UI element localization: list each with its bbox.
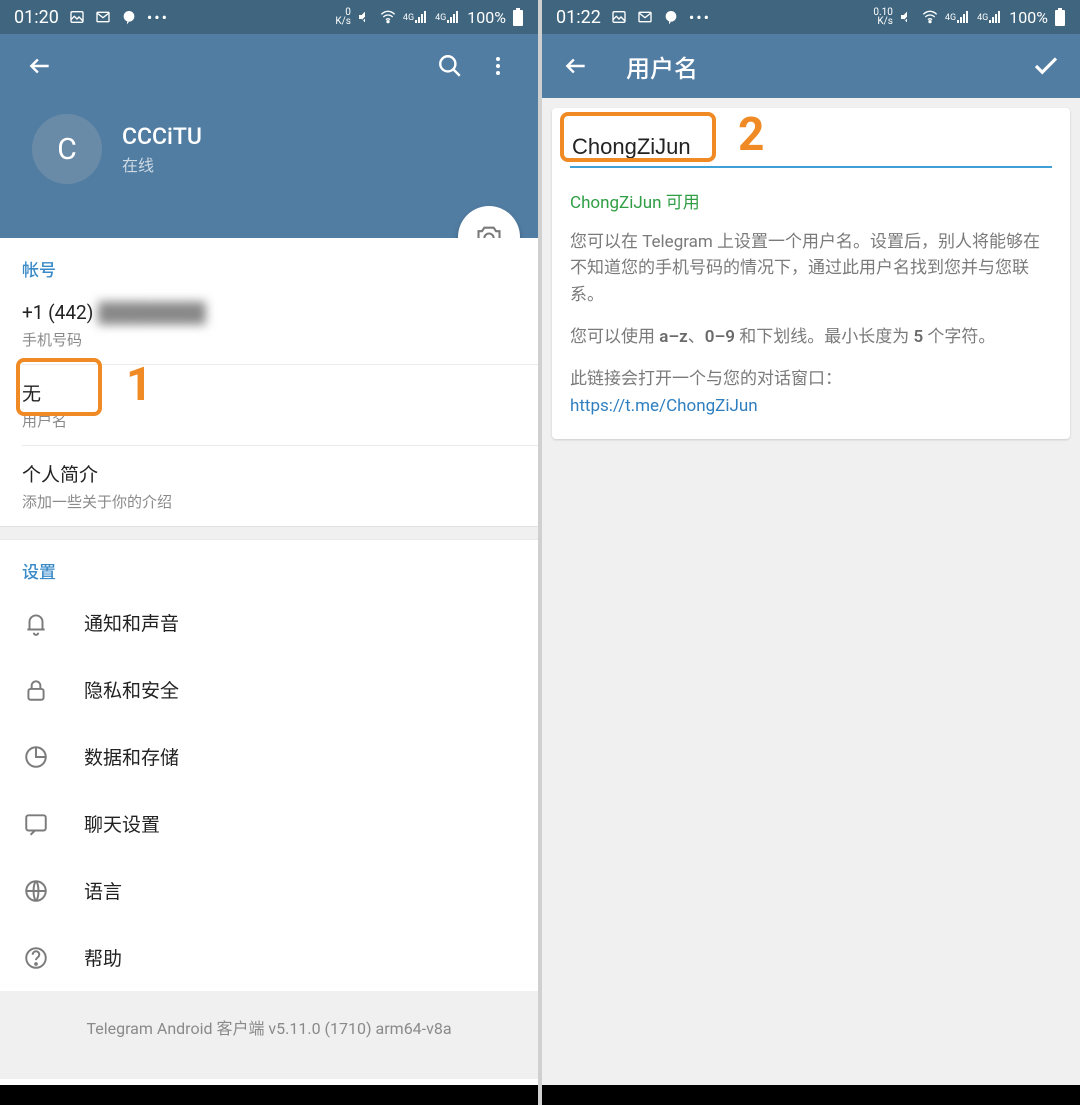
phone-blurred: ████████ xyxy=(98,301,206,325)
menu-button[interactable] xyxy=(474,42,522,90)
phone-prefix: +1 (442) xyxy=(22,301,93,324)
profile-header: C CCCiTU 在线 xyxy=(0,34,538,238)
page-title: 用户名 xyxy=(626,49,698,84)
hangouts-icon xyxy=(663,9,679,25)
bio-value: 个人简介 xyxy=(22,460,516,487)
status-time: 01:20 xyxy=(14,7,59,28)
signal-4g-icon-2: 4G xyxy=(435,11,461,23)
profile-name: CCCiTU xyxy=(122,123,202,150)
section-account-header: 帐号 xyxy=(0,238,538,287)
battery-icon xyxy=(1054,8,1066,26)
section-gap xyxy=(0,526,538,540)
mail-icon xyxy=(637,9,653,25)
status-bar: 01:22 ••• 0.10 K/s 4G xyxy=(542,0,1080,34)
username-header: 用户名 xyxy=(542,34,1080,98)
version-footer: Telegram Android 客户端 v5.11.0 (1710) arm6… xyxy=(0,991,538,1079)
avatar[interactable]: C xyxy=(32,114,102,184)
description-3: 此链接会打开一个与您的对话窗口： https://t.me/ChongZiJun xyxy=(570,366,1052,419)
profile-status: 在线 xyxy=(122,152,202,176)
confirm-button[interactable] xyxy=(1022,42,1070,90)
android-navbar xyxy=(0,1085,538,1105)
username-row[interactable]: 无 用户名 xyxy=(0,365,538,445)
more-dots-icon: ••• xyxy=(689,8,711,27)
search-button[interactable] xyxy=(426,42,474,90)
network-speed: 0 K/s xyxy=(335,8,351,26)
setting-privacy[interactable]: 隐私和安全 xyxy=(0,656,538,723)
setting-notifications[interactable]: 通知和声音 xyxy=(0,589,538,656)
username-input[interactable] xyxy=(570,128,1052,168)
battery-icon xyxy=(512,8,524,26)
bio-row[interactable]: 个人简介 添加一些关于你的介绍 xyxy=(0,446,538,526)
profile-link[interactable]: https://t.me/ChongZiJun xyxy=(570,396,758,416)
chat-icon xyxy=(22,811,50,837)
username-content: ChongZiJun 可用 您可以在 Telegram 上设置一个用户名。设置后… xyxy=(542,98,1080,1085)
network-speed: 0.10 K/s xyxy=(873,8,893,26)
phone-left-settings: 01:20 ••• 0 K/s 4G xyxy=(0,0,538,1105)
status-bar: 01:20 ••• 0 K/s 4G xyxy=(0,0,538,34)
wifi-icon xyxy=(921,9,939,25)
back-button[interactable] xyxy=(552,42,600,90)
status-time: 01:22 xyxy=(556,7,601,28)
bell-icon xyxy=(22,610,50,636)
bio-label: 添加一些关于你的介绍 xyxy=(22,491,516,512)
help-icon xyxy=(22,945,50,971)
availability-text: ChongZiJun 可用 xyxy=(570,188,1052,213)
image-icon xyxy=(69,9,85,25)
username-card: ChongZiJun 可用 您可以在 Telegram 上设置一个用户名。设置后… xyxy=(552,108,1070,439)
setting-help[interactable]: 帮助 xyxy=(0,924,538,991)
setting-chat[interactable]: 聊天设置 xyxy=(0,790,538,857)
image-icon xyxy=(611,9,627,25)
hangouts-icon xyxy=(121,9,137,25)
more-dots-icon: ••• xyxy=(147,8,169,27)
phone-right-username: 01:22 ••• 0.10 K/s 4G xyxy=(542,0,1080,1105)
section-settings-header: 设置 xyxy=(0,540,538,589)
username-label: 用户名 xyxy=(22,410,516,431)
username-value: 无 xyxy=(22,379,516,406)
battery-percent: 100% xyxy=(467,8,506,27)
mail-icon xyxy=(95,9,111,25)
battery-percent: 100% xyxy=(1009,8,1048,27)
setting-data[interactable]: 数据和存储 xyxy=(0,723,538,790)
description-2: 您可以使用 a–z、0–9 和下划线。最小长度为 5 个字符。 xyxy=(570,324,1052,350)
signal-4g-icon-1: 4G xyxy=(403,11,429,23)
description-1: 您可以在 Telegram 上设置一个用户名。设置后，别人将能够在不知道您的手机… xyxy=(570,229,1052,308)
mute-icon xyxy=(899,9,915,25)
setting-language[interactable]: 语言 xyxy=(0,857,538,924)
signal-4g-icon-1: 4G xyxy=(945,11,971,23)
phone-row[interactable]: +1 (442) ████████ 手机号码 xyxy=(0,287,538,364)
android-navbar xyxy=(542,1085,1080,1105)
mute-icon xyxy=(357,9,373,25)
settings-content: 帐号 +1 (442) ████████ 手机号码 无 用户名 个人简介 添加一… xyxy=(0,238,538,1085)
pie-icon xyxy=(22,744,50,770)
lock-icon xyxy=(22,677,50,703)
back-button[interactable] xyxy=(16,42,64,90)
phone-label: 手机号码 xyxy=(22,329,516,350)
wifi-icon xyxy=(379,9,397,25)
signal-4g-icon-2: 4G xyxy=(977,11,1003,23)
globe-icon xyxy=(22,878,50,904)
